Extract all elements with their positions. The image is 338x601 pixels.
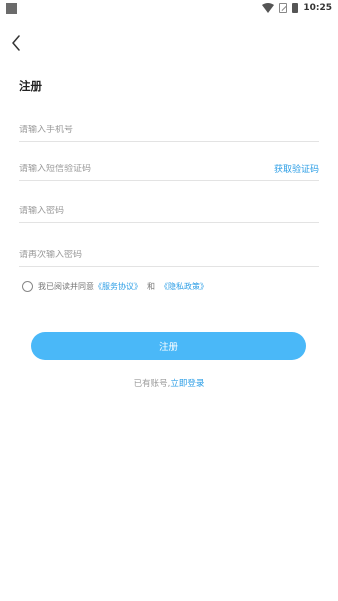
agreement-prefix: 我已阅读并同意 <box>38 282 94 291</box>
login-prompt: 已有账号,立即登录 <box>0 377 338 389</box>
login-link[interactable]: 立即登录 <box>170 379 204 389</box>
agreement-row: 我已阅读并同意 《服务协议》 和 《隐私政策》 <box>22 281 208 292</box>
confirm-password-field-row <box>19 243 319 267</box>
notification-icon <box>6 2 17 14</box>
get-code-button[interactable]: 获取验证码 <box>274 162 319 175</box>
password-input[interactable] <box>19 205 239 216</box>
page-title: 注册 <box>19 79 42 93</box>
phone-field-row <box>19 118 319 142</box>
status-bar: 10:25 <box>0 0 338 16</box>
back-button[interactable] <box>6 32 26 54</box>
agree-radio[interactable] <box>22 281 33 292</box>
chevron-left-icon <box>12 35 20 51</box>
sms-code-input[interactable] <box>19 163 239 174</box>
confirm-password-input[interactable] <box>19 249 239 260</box>
agreement-connector: 和 <box>147 282 155 291</box>
sms-code-field-row: 获取验证码 <box>19 157 319 181</box>
service-agreement-link[interactable]: 《服务协议》 <box>94 281 142 292</box>
password-field-row <box>19 199 319 223</box>
register-button[interactable]: 注册 <box>31 332 306 360</box>
privacy-policy-link[interactable]: 《隐私政策》 <box>160 281 208 292</box>
sim-icon <box>279 3 288 13</box>
battery-icon <box>292 3 299 13</box>
status-time: 10:25 <box>303 3 332 13</box>
phone-input[interactable] <box>19 124 239 135</box>
login-prompt-text: 已有账号, <box>133 379 171 389</box>
wifi-icon <box>262 3 275 13</box>
status-icons: 10:25 <box>262 3 332 13</box>
